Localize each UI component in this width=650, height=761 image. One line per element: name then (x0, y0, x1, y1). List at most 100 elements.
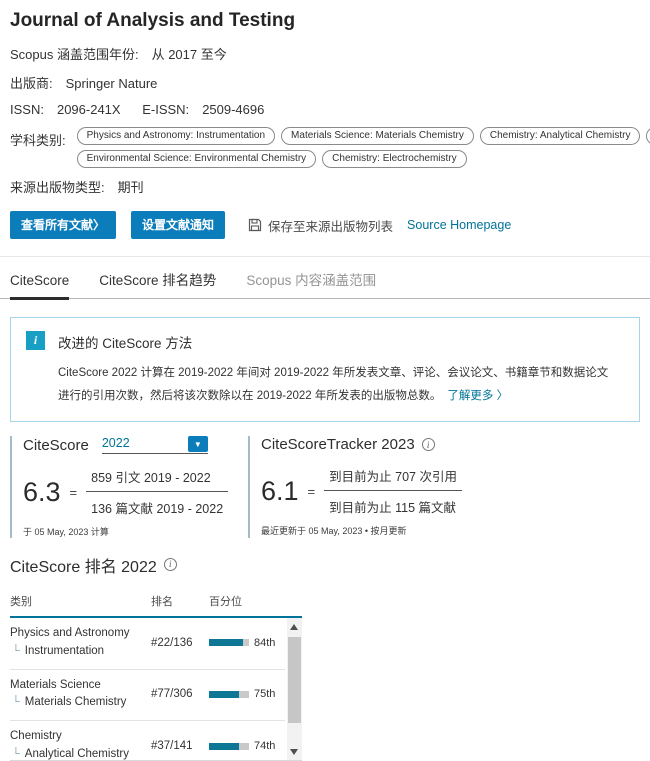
learn-more-link[interactable]: 了解更多 〉 (447, 390, 508, 402)
rank-info-icon[interactable]: i (164, 558, 177, 571)
category-cell: Materials Science└Materials Chemistry (10, 677, 151, 713)
tab-citescore-排名趋势[interactable]: CiteScore 排名趋势 (99, 257, 216, 298)
subcategory-name: └Instrumentation (10, 643, 151, 661)
tab-citescore[interactable]: CiteScore (10, 261, 69, 300)
coverage-value: 从 2017 至今 (152, 47, 227, 62)
citescore-title: CiteScore (23, 437, 89, 454)
subcategory-name: └Materials Chemistry (10, 694, 151, 712)
subject-chip[interactable]: Chemistry: Electrochemistry (322, 150, 466, 168)
publisher-label: 出版商: (10, 76, 53, 91)
percentile-label: 74th (254, 740, 275, 752)
tracker-fraction: 到目前为止 707 次引用 到目前为止 115 篇文献 (324, 466, 462, 516)
rank-rows: Physics and Astronomy└Instrumentation#22… (10, 618, 302, 761)
view-all-documents-button[interactable]: 查看所有文献〉 (10, 211, 116, 239)
tracker-denominator: 到目前为止 115 篇文献 (324, 491, 462, 516)
subject-chip-row: Physics and Astronomy: Instrumentation Ma… (77, 127, 650, 145)
source-homepage-link[interactable]: Source Homepage (407, 218, 511, 232)
subject-chip[interactable]: Environmental Science: Environmental Che… (77, 150, 317, 168)
rank-table-row[interactable]: Physics and Astronomy└Instrumentation#22… (10, 618, 285, 670)
rank-table-row[interactable]: Chemistry└Analytical Chemistry#37/141 74t… (10, 721, 285, 761)
percentile-label: 84th (254, 637, 275, 649)
rank-value: #77/306 (151, 688, 209, 700)
subject-chip[interactable]: Materials Science: Materials Chemistry (281, 127, 474, 145)
rank-rows-viewport: Physics and Astronomy└Instrumentation#22… (10, 618, 302, 761)
issn-value: 2096-241X (57, 102, 121, 117)
scrollbar-thumb[interactable] (288, 637, 301, 723)
percentile-cell: 75th (209, 688, 285, 700)
category-name: Chemistry (10, 728, 151, 746)
tree-elbow-icon: └ (12, 748, 20, 760)
subject-chip[interactable]: Chemistry: Spectroscopy (646, 127, 650, 145)
percentile-bar (209, 743, 249, 750)
tab-bar: CiteScore CiteScore 排名趋势 Scopus 内容涵盖范围 (0, 257, 650, 299)
equals-sign: = (308, 484, 316, 499)
coverage-line: Scopus 涵盖范围年份:从 2017 至今 (10, 44, 640, 63)
percentile-bar-fill (209, 691, 239, 698)
category-cell: Physics and Astronomy└Instrumentation (10, 625, 151, 661)
page-title: Journal of Analysis and Testing (10, 10, 640, 32)
subject-area: 学科类别: Physics and Astronomy: Instrumenta… (10, 127, 640, 168)
subject-chip-row: Environmental Science: Environmental Che… (77, 150, 650, 168)
infobox-title: 改进的 CiteScore 方法 (58, 332, 610, 352)
citescore-tracker-panel: CiteScoreTracker 2023 i 6.1 = 到目前为止 707 … (248, 436, 640, 538)
set-document-alert-button[interactable]: 设置文献通知 (131, 211, 225, 239)
issn-label: ISSN: (10, 102, 44, 117)
scroll-up-icon[interactable] (290, 624, 298, 630)
category-name: Physics and Astronomy (10, 625, 151, 643)
column-header-category: 类别 (10, 593, 151, 609)
subject-label: 学科类别: (10, 127, 66, 168)
tracker-info-icon[interactable]: i (422, 438, 435, 451)
publisher-value: Springer Nature (66, 76, 158, 91)
citescore-year-select[interactable]: 2022 ▼ (102, 436, 208, 454)
tracker-title: CiteScoreTracker 2023 (261, 436, 415, 453)
subject-chip[interactable]: Physics and Astronomy: Instrumentation (77, 127, 275, 145)
rank-title-row: CiteScore 排名 2022 i (10, 553, 640, 577)
citescore-denominator: 136 篇文献 2019 - 2022 (86, 492, 228, 517)
source-type-value: 期刊 (118, 180, 144, 195)
rank-table-row[interactable]: Materials Science└Materials Chemistry#77… (10, 670, 285, 722)
category-cell: Chemistry└Analytical Chemistry (10, 728, 151, 761)
tracker-value: 6.1 (261, 476, 299, 507)
journal-header: Journal of Analysis and Testing Scopus 涵… (0, 0, 650, 239)
percentile-bar-fill (209, 639, 243, 646)
percentile-cell: 84th (209, 637, 285, 649)
citescore-panel: CiteScore 2022 ▼ 6.3 = 859 引文 2019 - 202… (10, 436, 238, 538)
citescore-value-row: 6.3 = 859 引文 2019 - 2022 136 篇文献 2019 - … (23, 467, 238, 517)
rank-table-scrollbar[interactable] (287, 618, 302, 761)
info-icon: i (26, 331, 45, 350)
citescore-panels: CiteScore 2022 ▼ 6.3 = 859 引文 2019 - 202… (10, 436, 640, 538)
tree-elbow-icon: └ (12, 645, 20, 657)
scroll-down-icon[interactable] (290, 749, 298, 755)
rank-value: #37/141 (151, 740, 209, 752)
save-to-source-list-link[interactable]: 保存至来源出版物列表 (248, 216, 393, 235)
save-icon (248, 218, 262, 232)
citescore-footnote: 于 05 May, 2023 计算 (23, 525, 238, 538)
subcategory-name: └Analytical Chemistry (10, 746, 151, 761)
citescore-rank-section: CiteScore 排名 2022 i 类别 排名 百分位 Physics an… (10, 553, 640, 761)
citescore-fraction: 859 引文 2019 - 2022 136 篇文献 2019 - 2022 (86, 467, 228, 517)
percentile-bar (209, 639, 249, 646)
rank-value: #22/136 (151, 637, 209, 649)
percentile-bar (209, 691, 249, 698)
tab-scopus-内容涵盖范围[interactable]: Scopus 内容涵盖范围 (246, 257, 376, 298)
rank-section-title: CiteScore 排名 2022 (10, 553, 157, 577)
column-header-percentile: 百分位 (209, 593, 285, 609)
chevron-down-icon[interactable]: ▼ (188, 436, 208, 452)
infobox-body: CiteScore 2022 计算在 2019-2022 年间对 2019-20… (58, 362, 610, 408)
source-type-line: 来源出版物类型:期刊 (10, 177, 640, 196)
rank-table: 类别 排名 百分位 Physics and Astronomy└Instrume… (10, 593, 302, 761)
citescore-value: 6.3 (23, 477, 61, 508)
issn-line: ISSN:2096-241X E-ISSN:2509-4696 (10, 102, 640, 117)
category-name: Materials Science (10, 677, 151, 695)
percentile-cell: 74th (209, 740, 285, 752)
infobox-content: 改进的 CiteScore 方法 CiteScore 2022 计算在 2019… (58, 331, 610, 408)
percentile-bar-fill (209, 743, 239, 750)
subject-chip[interactable]: Chemistry: Analytical Chemistry (480, 127, 641, 145)
infobox-body-text: CiteScore 2022 计算在 2019-2022 年间对 2019-20… (58, 367, 608, 402)
action-bar: 查看所有文献〉 设置文献通知 保存至来源出版物列表 Source Homepag… (10, 211, 640, 239)
equals-sign: = (70, 485, 78, 500)
save-to-source-list-label: 保存至来源出版物列表 (268, 216, 393, 235)
tracker-footnote: 最近更新于 05 May, 2023 • 按月更新 (261, 524, 640, 537)
eissn-value: 2509-4696 (202, 102, 264, 117)
tracker-title-row: CiteScoreTracker 2023 i (261, 436, 640, 453)
